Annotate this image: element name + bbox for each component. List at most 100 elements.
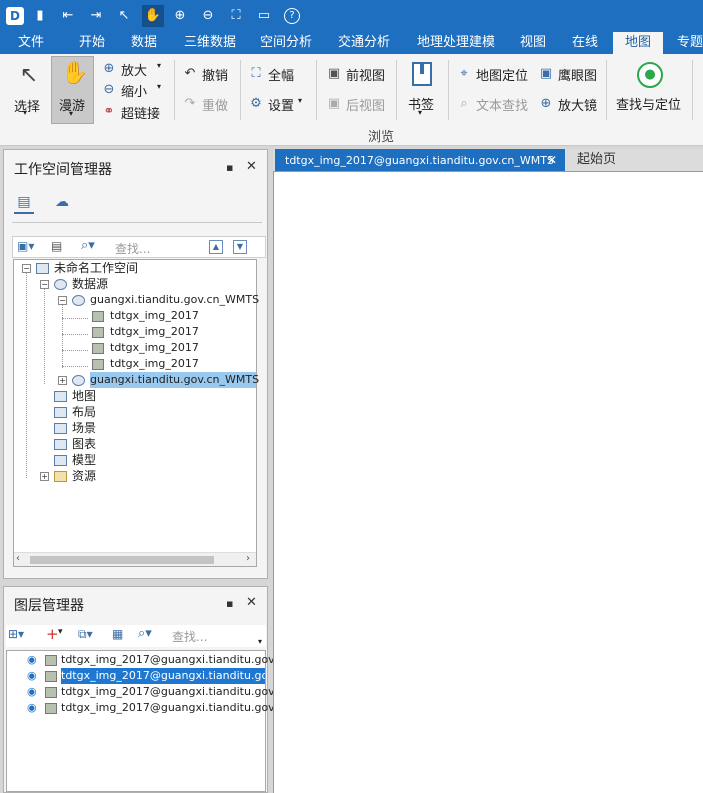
plus-icon[interactable]: + — [46, 625, 59, 643]
full-extent-icon[interactable]: ⛶ — [228, 8, 244, 24]
visibility-eye-icon[interactable]: ◉ — [27, 701, 37, 714]
tab-thematic[interactable]: 专题 — [670, 32, 703, 54]
horizontal-scrollbar[interactable]: ‹ › — [14, 552, 256, 566]
close-icon[interactable]: ✕ — [246, 159, 257, 174]
undo-button[interactable]: 撤销 — [202, 65, 228, 84]
map-canvas[interactable] — [273, 171, 703, 793]
magnifier-button[interactable]: 放大镜 — [558, 95, 597, 114]
prev-view-button[interactable]: 前视图 — [346, 65, 385, 84]
chevron-down-icon[interactable]: ▾ — [157, 61, 161, 70]
tree-node-dataset[interactable]: tdtgx_img_2017 — [110, 308, 199, 324]
tab-online[interactable]: 在线 — [564, 32, 606, 54]
chevron-down-icon[interactable]: ▾ — [58, 627, 63, 637]
tree-node-maps[interactable]: 地图 — [72, 388, 96, 404]
tab-view[interactable]: 视图 — [512, 32, 554, 54]
tree-node-datasources[interactable]: 数据源 — [72, 276, 108, 292]
divider — [606, 60, 607, 120]
chevron-down-icon[interactable]: ▾ — [298, 96, 302, 105]
collapse-toggle[interactable]: − — [22, 264, 31, 273]
layer-item[interactable]: tdtgx_img_2017@guangxi.tianditu.gov.c — [61, 684, 283, 700]
close-icon[interactable]: ✕ — [246, 595, 257, 610]
select-button[interactable]: ↖ 选择 ▾ — [8, 58, 48, 120]
layer-item[interactable]: tdtgx_img_2017@guangxi.tianditu.gov.c — [61, 700, 283, 716]
tree-node-layouts[interactable]: 布局 — [72, 404, 96, 420]
workspace-search-input[interactable]: 查找... — [115, 240, 150, 257]
close-icon[interactable]: ✕ — [547, 149, 557, 171]
zoom-in-button[interactable]: 放大 — [121, 60, 147, 79]
tab-3d-data[interactable]: 三维数据 — [178, 32, 242, 54]
tab-traffic-analysis[interactable]: 交通分析 — [332, 32, 396, 54]
chevron-down-icon[interactable]: ▾ — [258, 637, 262, 646]
tree-node-dataset[interactable]: tdtgx_img_2017 — [110, 356, 199, 372]
visibility-eye-icon[interactable]: ◉ — [27, 669, 37, 682]
document-icon[interactable]: ▤ — [51, 239, 62, 253]
layer-group-icon[interactable]: ⧉▾ — [78, 627, 93, 642]
next-view-button[interactable]: 后视图 — [346, 95, 385, 114]
layer-item[interactable]: tdtgx_img_2017@guangxi.tianditu.gov.c — [61, 652, 283, 668]
zoom-out-icon[interactable]: ⊖ — [101, 82, 117, 98]
settings-button[interactable]: 设置 — [268, 95, 294, 114]
zoom-out-icon[interactable]: ⊖ — [200, 8, 216, 24]
expand-toggle[interactable]: + — [58, 376, 67, 385]
layer-style-icon[interactable]: ▦ — [112, 627, 123, 641]
pin-icon[interactable]: ▪ — [226, 597, 233, 610]
redo-button[interactable]: 重做 — [202, 95, 228, 114]
tree-node-models[interactable]: 模型 — [72, 452, 96, 468]
search-icon[interactable]: ⌕▾ — [81, 238, 95, 253]
layer-search-input[interactable]: 查找... — [172, 628, 207, 645]
tree-node-workspace[interactable]: 未命名工作空间 — [54, 260, 138, 276]
tree-node-datasource-selected[interactable]: guangxi.tianditu.gov.cn_WMTS — [90, 372, 259, 388]
bookmark-button[interactable]: 书签 ▾ — [404, 58, 442, 120]
search-icon[interactable]: ⌕▾ — [138, 626, 152, 641]
full-extent-button[interactable]: 全幅 — [268, 65, 294, 84]
scroll-left-icon[interactable]: ‹ — [16, 553, 20, 564]
layer-item-selected[interactable]: tdtgx_img_2017@guangxi.tianditu.gov.c — [61, 668, 265, 684]
tree-node-dataset[interactable]: tdtgx_img_2017 — [110, 324, 199, 340]
find-locate-button[interactable]: ● 查找与定位 — [612, 58, 690, 120]
scroll-right-icon[interactable]: › — [246, 553, 250, 564]
tree-node-scenes[interactable]: 场景 — [72, 420, 96, 436]
pan-icon[interactable]: ✋ — [142, 5, 164, 27]
save-icon[interactable]: ▮ — [32, 8, 48, 24]
scrollbar-thumb[interactable] — [30, 556, 214, 564]
export-icon[interactable]: ⇥ — [88, 8, 104, 24]
zoom-in-icon[interactable]: ⊕ — [101, 61, 117, 77]
chevron-down-icon[interactable]: ▾ — [157, 82, 161, 91]
tab-spatial-analysis[interactable]: 空间分析 — [254, 32, 318, 54]
hyperlink-button[interactable]: 超链接 — [121, 103, 160, 122]
collapse-toggle[interactable]: − — [58, 296, 67, 305]
pointer-icon[interactable]: ↖ — [116, 8, 132, 24]
pan-button[interactable]: ✋ 漫游 ▾ — [51, 56, 94, 124]
tree-node-datasource[interactable]: guangxi.tianditu.gov.cn_WMTS — [90, 292, 259, 308]
cloud-tab-icon[interactable]: ☁ — [52, 194, 72, 214]
collapse-toggle[interactable]: − — [40, 280, 49, 289]
tab-start-page[interactable]: 起始页 — [577, 149, 616, 171]
expand-toggle[interactable]: + — [40, 472, 49, 481]
tab-geoprocessing[interactable]: 地理处理建模 — [410, 32, 502, 54]
import-icon[interactable]: ⇤ — [60, 8, 76, 24]
map-locate-button[interactable]: 地图定位 — [476, 65, 528, 84]
tab-file[interactable]: 文件 — [8, 32, 54, 54]
logo-icon[interactable]: D — [6, 7, 24, 25]
tab-data[interactable]: 数据 — [124, 32, 164, 54]
eagle-eye-button[interactable]: 鹰眼图 — [558, 65, 597, 84]
arrow-up-icon[interactable]: ▲ — [209, 240, 223, 254]
arrow-down-icon[interactable]: ▼ — [233, 240, 247, 254]
visibility-eye-icon[interactable]: ◉ — [27, 653, 37, 666]
zoom-in-icon[interactable]: ⊕ — [172, 8, 188, 24]
tree-node-resources[interactable]: 资源 — [72, 468, 96, 484]
tab-home[interactable]: 开始 — [72, 32, 112, 54]
help-icon[interactable]: ? — [284, 8, 300, 24]
visibility-eye-icon[interactable]: ◉ — [27, 685, 37, 698]
open-folder-icon[interactable]: ▭ — [256, 8, 272, 24]
pin-icon[interactable]: ▪ — [226, 161, 233, 174]
open-workspace-icon[interactable]: ▣▾ — [17, 239, 34, 253]
text-search-button[interactable]: 文本查找 — [476, 95, 528, 114]
workspace-tab-icon[interactable]: ▤ — [14, 194, 34, 214]
tree-node-charts[interactable]: 图表 — [72, 436, 96, 452]
tab-map-document[interactable]: tdtgx_img_2017@guangxi.tianditu.gov.cn_W… — [275, 149, 565, 171]
add-layer-icon[interactable]: ⊞▾ — [8, 627, 24, 641]
zoom-out-button[interactable]: 缩小 — [121, 81, 147, 100]
tab-map[interactable]: 地图 — [613, 32, 663, 54]
tree-node-dataset[interactable]: tdtgx_img_2017 — [110, 340, 199, 356]
